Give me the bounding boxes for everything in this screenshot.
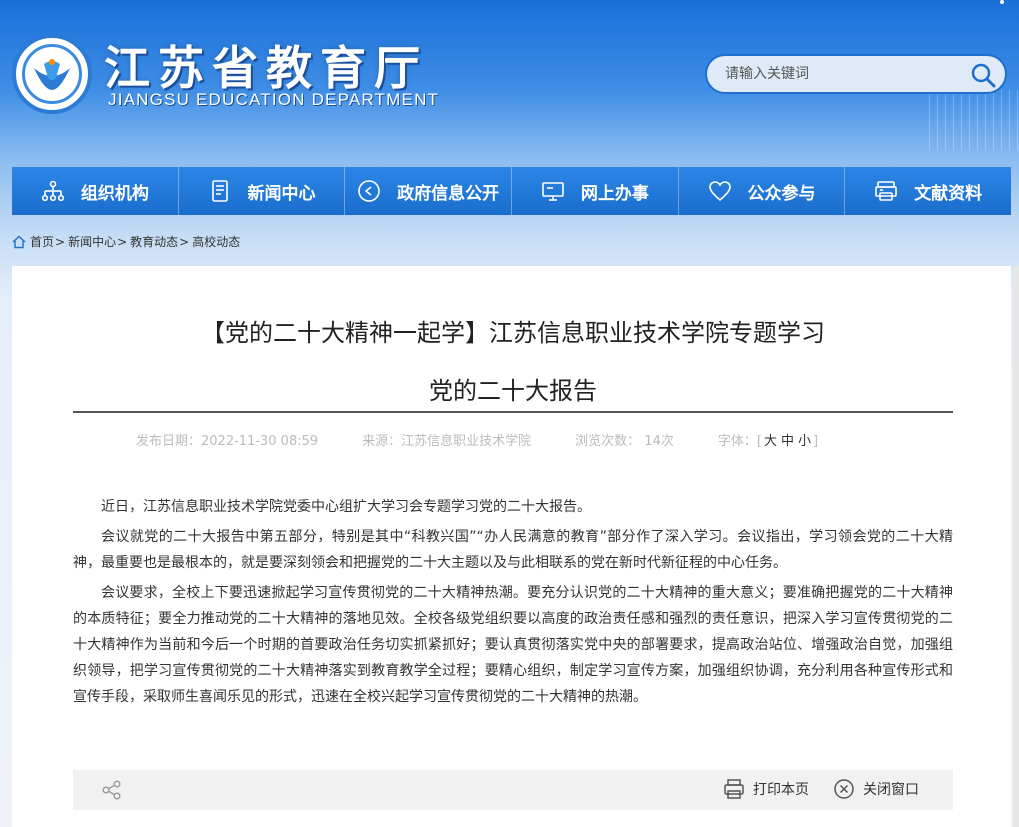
article-meta: 发布日期：2022-11-30 08:59 来源：江苏信息职业技术学院 浏览次数… xyxy=(136,430,896,449)
nav-label: 政府信息公开 xyxy=(397,183,500,204)
circle-arrow-icon xyxy=(357,179,381,203)
nav-item-news[interactable]: 新闻中心 xyxy=(178,167,346,215)
org-chart-icon xyxy=(41,179,65,203)
nav-label: 组织机构 xyxy=(80,183,149,204)
breadcrumb-separator: > xyxy=(55,234,66,249)
font-small-button[interactable]: 小 xyxy=(798,434,811,449)
print-label: 打印本页 xyxy=(753,782,809,798)
view-count: 浏览次数： 14次 xyxy=(575,434,674,449)
article-paragraph: 会议就党的二十大报告中第五部分，特别是其中“科教兴国”“办人民满意的教育”部分作… xyxy=(73,529,953,571)
search-input[interactable] xyxy=(725,66,955,82)
logo-emblem-icon xyxy=(22,44,82,104)
breadcrumb-education-news[interactable]: 教育动态 xyxy=(130,233,178,250)
nav-item-public-participation[interactable]: 公众参与 xyxy=(678,167,846,215)
nav-item-documents[interactable]: 文献资料 xyxy=(845,167,1012,215)
nav-label: 网上办事 xyxy=(580,183,649,204)
article-paragraph: 会议要求，全校上下要迅速掀起学习宣传贯彻党的二十大精神热潮。要充分认识党的二十大… xyxy=(73,585,953,705)
site-title: 江苏省教育厅 xyxy=(104,41,428,95)
monitor-icon xyxy=(541,179,565,203)
article-source: 来源：江苏信息职业技术学院 xyxy=(362,434,532,449)
breadcrumb-university-news[interactable]: 高校动态 xyxy=(192,233,240,250)
nav-label: 文献资料 xyxy=(914,183,983,204)
font-size-control: 字体：[大中小] xyxy=(718,430,818,449)
publish-date: 发布日期：2022-11-30 08:59 xyxy=(136,434,319,449)
close-window-button[interactable]: 关闭窗口 xyxy=(833,778,919,800)
share-icon[interactable] xyxy=(101,779,123,801)
search-box xyxy=(705,54,1007,94)
close-label: 关闭窗口 xyxy=(863,782,919,798)
nav-item-organization[interactable]: 组织机构 xyxy=(12,167,179,215)
title-divider xyxy=(73,411,953,413)
font-bracket: ] xyxy=(813,434,819,449)
search-icon[interactable] xyxy=(969,61,997,89)
nav-item-gov-info[interactable]: 政府信息公开 xyxy=(345,167,513,215)
site-logo[interactable] xyxy=(12,34,92,114)
article-title-line: 【党的二十大精神一起学】江苏信息职业技术学院专题学习 xyxy=(201,319,825,347)
font-medium-button[interactable]: 中 xyxy=(781,434,794,449)
print-button[interactable]: 打印本页 xyxy=(723,778,809,800)
site-subtitle: JIANGSU EDUCATION DEPARTMENT xyxy=(108,90,440,109)
article-paragraph: 近日，江苏信息职业技术学院党委中心组扩大学习会专题学习党的二十大报告。 xyxy=(101,499,591,515)
home-icon xyxy=(12,235,26,249)
main-nav: 组织机构 新闻中心 政府信息公开 网上办事 公众参与 文献资料 xyxy=(12,167,1012,215)
printer-icon xyxy=(723,778,745,800)
nav-label: 新闻中心 xyxy=(247,183,316,204)
breadcrumb-separator: > xyxy=(117,234,128,249)
font-large-button[interactable]: 大 xyxy=(764,434,777,449)
close-icon xyxy=(833,778,855,800)
nav-label: 公众参与 xyxy=(747,183,816,204)
font-bracket: [ xyxy=(756,434,762,449)
article-toolbar: 打印本页 关闭窗口 xyxy=(73,770,953,810)
article-body: 近日，江苏信息职业技术学院党委中心组扩大学习会专题学习党的二十大报告。 会议就党… xyxy=(73,494,953,714)
breadcrumb: 首页 > 新闻中心 > 教育动态 > 高校动态 xyxy=(12,233,240,250)
breadcrumb-news-center[interactable]: 新闻中心 xyxy=(68,233,116,250)
font-size-label: 字体： xyxy=(717,434,757,449)
article-title: 【党的二十大精神一起学】江苏信息职业技术学院专题学习 党的二十大报告 xyxy=(73,304,953,420)
site-header: 江苏省教育厅 JIANGSU EDUCATION DEPARTMENT xyxy=(0,0,1019,160)
breadcrumb-home[interactable]: 首页 xyxy=(30,233,54,250)
breadcrumb-separator: > xyxy=(179,234,190,249)
article-container: 【党的二十大精神一起学】江苏信息职业技术学院专题学习 党的二十大报告 发布日期：… xyxy=(12,266,1011,827)
scrollbar[interactable] xyxy=(1013,266,1019,827)
printer-stack-icon xyxy=(874,179,898,203)
nav-item-online-service[interactable]: 网上办事 xyxy=(512,167,679,215)
heart-icon xyxy=(708,179,732,203)
document-icon xyxy=(208,179,232,203)
